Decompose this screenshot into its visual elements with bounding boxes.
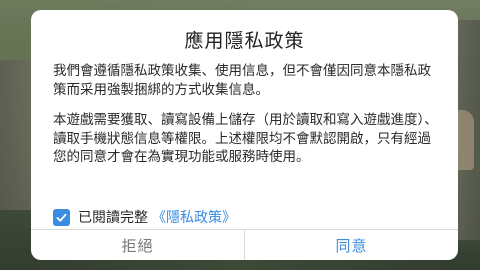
dialog-body: 我們會遵循隱私政策收集、使用信息，但不會僅因同意本隱私政策而采用強製捆綁的方式收… xyxy=(53,62,438,179)
privacy-policy-link[interactable]: 《隱私政策》 xyxy=(152,207,236,227)
dialog-title: 應用隱私政策 xyxy=(184,30,305,52)
agree-label: 已閱讀完整 xyxy=(78,210,148,226)
privacy-dialog: 應用隱私政策 我們會遵循隱私政策收集、使用信息，但不會僅因同意本隱私政策而采用強… xyxy=(31,10,458,260)
accept-button[interactable]: 同意 xyxy=(245,230,458,260)
policy-paragraph-2: 本遊戲需要獲取、讀寫設備上儲存（用於讀取和寫入遊戲進度）、讀取手機狀態信息等權限… xyxy=(53,112,438,165)
agree-row: 已閱讀完整 《隱私政策》 xyxy=(53,207,236,227)
policy-paragraph-1: 我們會遵循隱私政策收集、使用信息，但不會僅因同意本隱私政策而采用強製捆綁的方式收… xyxy=(53,63,431,98)
check-icon xyxy=(56,213,67,222)
reject-button[interactable]: 拒絕 xyxy=(31,230,245,260)
dialog-button-row: 拒絕 同意 xyxy=(31,229,458,260)
agree-checkbox[interactable] xyxy=(53,208,70,226)
